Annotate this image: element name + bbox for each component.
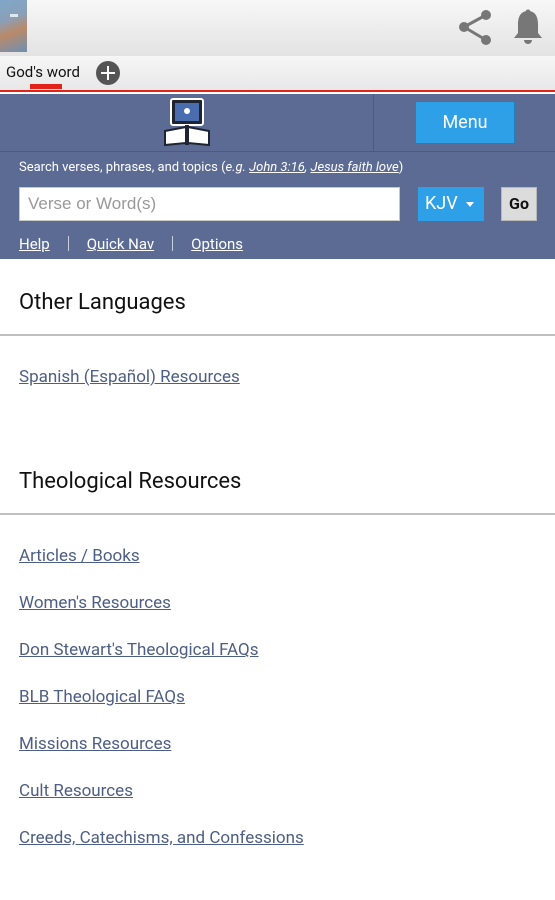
quick-nav-link[interactable]: Quick Nav: [87, 235, 154, 253]
options-link[interactable]: Options: [191, 235, 243, 253]
caret-down-icon: [466, 202, 474, 207]
go-button[interactable]: Go: [501, 187, 537, 221]
share-icon[interactable]: [455, 7, 495, 47]
active-tab-indicator: [30, 84, 62, 89]
logo-cell: [0, 94, 374, 152]
example-link-jesus-faith-love[interactable]: Jesus faith love: [310, 160, 398, 175]
link-separator: [67, 236, 69, 251]
menu-button[interactable]: Menu: [415, 101, 515, 144]
link-articles-books[interactable]: Articles / Books: [19, 546, 140, 566]
link-blb-theological-faqs[interactable]: BLB Theological FAQs: [19, 687, 185, 707]
link-cult-resources[interactable]: Cult Resources: [19, 781, 133, 801]
help-link[interactable]: Help: [19, 235, 50, 253]
link-don-stewart-faqs[interactable]: Don Stewart's Theological FAQs: [19, 640, 259, 660]
section-divider: [0, 334, 555, 336]
link-spanish-resources[interactable]: Spanish (Español) Resources: [19, 367, 240, 387]
site-header: Menu Search verses, phrases, and topics …: [0, 94, 555, 259]
header-links: Help Quick Nav Options: [19, 235, 243, 253]
page-thumbnail[interactable]: [0, 0, 27, 52]
bell-icon[interactable]: [510, 8, 546, 46]
link-separator: [172, 236, 174, 251]
section-divider: [0, 513, 555, 515]
section-title-theological-resources: Theological Resources: [19, 469, 242, 494]
search-hint-text: Search verses, phrases, and topics (e.g.…: [19, 160, 404, 175]
example-link-john-3-16[interactable]: John 3:16: [249, 160, 305, 175]
section-title-other-languages: Other Languages: [19, 290, 186, 315]
tab-strip: God's word: [0, 56, 555, 92]
bible-logo-icon[interactable]: [163, 97, 211, 147]
link-womens-resources[interactable]: Women's Resources: [19, 593, 171, 613]
header-top-row: Menu: [0, 94, 555, 152]
bible-version-value: KJV: [425, 193, 458, 214]
bible-version-select[interactable]: KJV: [418, 187, 484, 221]
search-input[interactable]: Verse or Word(s): [19, 187, 400, 221]
link-creeds-catechisms[interactable]: Creeds, Catechisms, and Confessions: [19, 828, 304, 848]
browser-toolbar: [0, 0, 555, 56]
add-tab-icon[interactable]: [96, 61, 120, 85]
link-missions-resources[interactable]: Missions Resources: [19, 734, 171, 754]
